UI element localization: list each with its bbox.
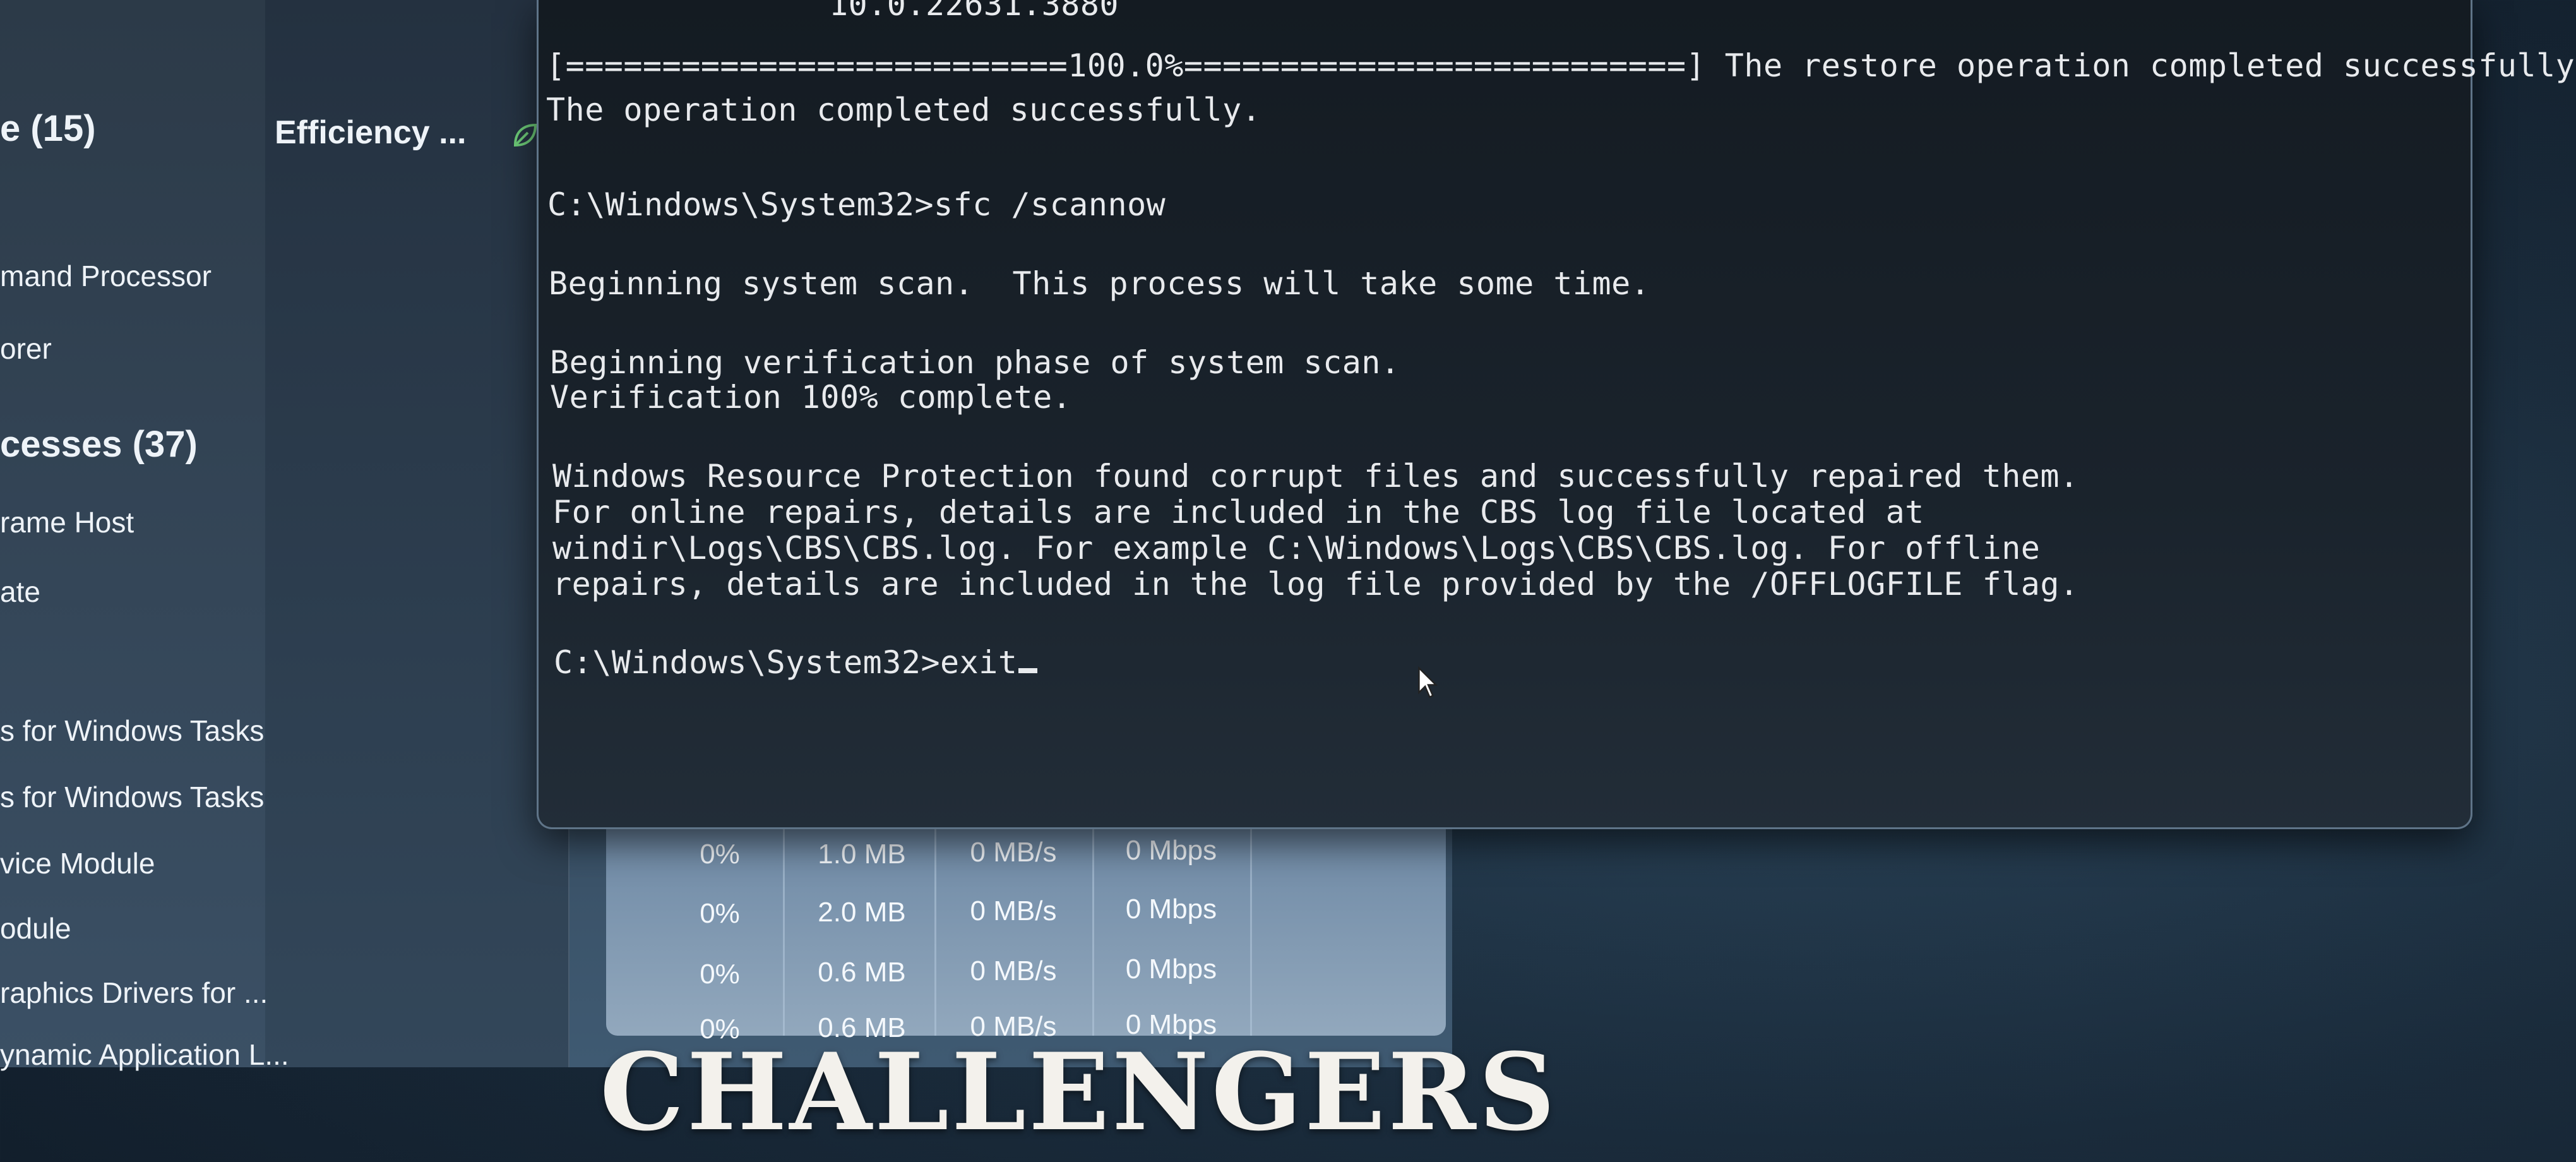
disk-cell: 0 MB/s xyxy=(970,837,1057,868)
process-row[interactable]: vice Module xyxy=(0,846,155,880)
restore-message: The restore operation completed successf… xyxy=(1705,47,2576,84)
prompt-exit-line[interactable]: C:\Windows\System32>exit xyxy=(554,644,1038,681)
resource-metrics-grid: 0% 1.0 MB 0 MB/s 0 Mbps 0% 2.0 MB 0 MB/s… xyxy=(606,821,1446,1045)
background-banner-text: CHALLENGERS xyxy=(600,1029,1558,1154)
cpu-cell: 0% xyxy=(700,839,740,870)
disk-cell: 0 MB/s xyxy=(970,895,1057,926)
text-cursor xyxy=(1018,668,1038,673)
mouse-pointer-icon xyxy=(1418,666,1438,698)
wrp-line-2: For online repairs, details are included… xyxy=(552,494,1924,530)
cpu-cell: 0% xyxy=(700,959,740,990)
status-column xyxy=(265,0,569,1067)
network-cell: 0 Mbps xyxy=(1125,835,1217,866)
wrp-line-1: Windows Resource Protection found corrup… xyxy=(552,458,2079,494)
prompt-exit-text: C:\Windows\System32>exit xyxy=(554,644,1018,681)
verify-done-line: Verification 100% complete. xyxy=(550,379,1072,416)
process-row[interactable]: ynamic Application L... xyxy=(0,1038,289,1072)
column-divider xyxy=(1092,821,1094,1036)
process-row[interactable]: odule xyxy=(0,911,71,945)
network-cell: 0 Mbps xyxy=(1125,954,1217,985)
command-prompt-window[interactable]: 10.0.22631.3880 [=======================… xyxy=(537,0,2576,829)
wrp-line-3: windir\Logs\CBS\CBS.log. For example C:\… xyxy=(552,530,2041,566)
operation-complete-line: The operation completed successfully. xyxy=(546,92,1261,128)
process-row[interactable]: ate xyxy=(0,575,40,609)
disk-cell: 0 MB/s xyxy=(970,955,1057,986)
memory-cell: 1.0 MB xyxy=(818,839,906,870)
background-processes-header[interactable]: cesses (37) xyxy=(0,423,198,465)
cpu-cell: 0% xyxy=(700,898,740,929)
process-row[interactable]: s for Windows Tasks xyxy=(0,714,264,748)
memory-cell: 2.0 MB xyxy=(818,897,906,928)
verify-begin-line: Beginning verification phase of system s… xyxy=(550,344,1400,381)
efficiency-leaf-icon xyxy=(513,123,537,147)
column-divider xyxy=(1250,821,1252,1036)
process-row[interactable]: orer xyxy=(0,332,52,366)
process-row[interactable]: rame Host xyxy=(0,505,134,539)
process-row[interactable]: raphics Drivers for ... xyxy=(0,976,268,1010)
version-text-partial: 10.0.22631.3880 xyxy=(829,0,1119,23)
apps-group-header[interactable]: e (15) xyxy=(0,107,96,150)
scan-begin-line: Beginning system scan. This process will… xyxy=(549,265,1650,302)
status-column-header[interactable]: Efficiency ... xyxy=(275,114,466,152)
restore-progress-line: [==========================100.0%=======… xyxy=(546,47,2576,84)
wrp-line-4: repairs, details are included in the log… xyxy=(552,566,2079,602)
prompt-sfc-line: C:\Windows\System32>sfc /scannow xyxy=(547,186,1166,223)
progress-bar-text: [==========================100.0%=======… xyxy=(546,47,1706,84)
memory-cell: 0.6 MB xyxy=(818,957,906,988)
process-row[interactable]: s for Windows Tasks xyxy=(0,780,264,814)
process-row[interactable]: mand Processor xyxy=(0,259,212,293)
network-cell: 0 Mbps xyxy=(1125,894,1217,925)
